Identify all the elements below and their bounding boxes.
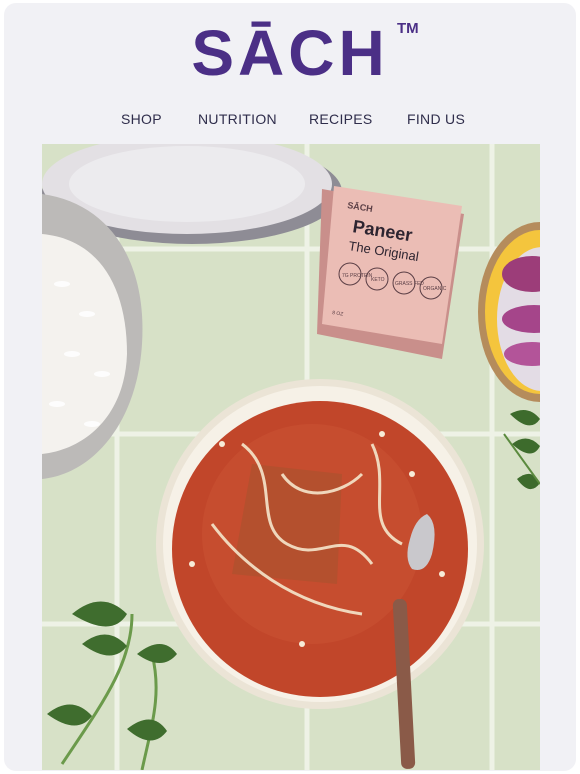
badge-protein: 7G PROTEIN [342, 273, 373, 279]
nav-item-find-us[interactable]: FIND US [407, 109, 465, 129]
email-frame: SĀCH TM SHOP NUTRITION RECIPES FIND US S… [4, 3, 576, 771]
badge-keto: KETO [371, 277, 385, 283]
logo-text: SĀCH [191, 17, 389, 89]
brand-logo[interactable]: SĀCH TM [4, 15, 576, 91]
logo-wordmark: SĀCH TM [191, 15, 418, 91]
nav-item-shop[interactable]: SHOP [121, 109, 162, 129]
paneer-package: SĀCH Paneer The Original 7G PROTEIN KETO… [317, 186, 464, 359]
hero-image[interactable]: SĀCH Paneer The Original 7G PROTEIN KETO… [42, 144, 540, 770]
nav-item-nutrition[interactable]: NUTRITION [198, 109, 277, 129]
nav-item-recipes[interactable]: RECIPES [309, 109, 373, 129]
hero-illustration: SĀCH Paneer The Original 7G PROTEIN KETO… [42, 144, 540, 770]
trademark-mark: TM [397, 20, 419, 37]
badge-organic: ORGANIC [423, 286, 447, 292]
badge-grassfed: GRASS FED [395, 281, 424, 287]
